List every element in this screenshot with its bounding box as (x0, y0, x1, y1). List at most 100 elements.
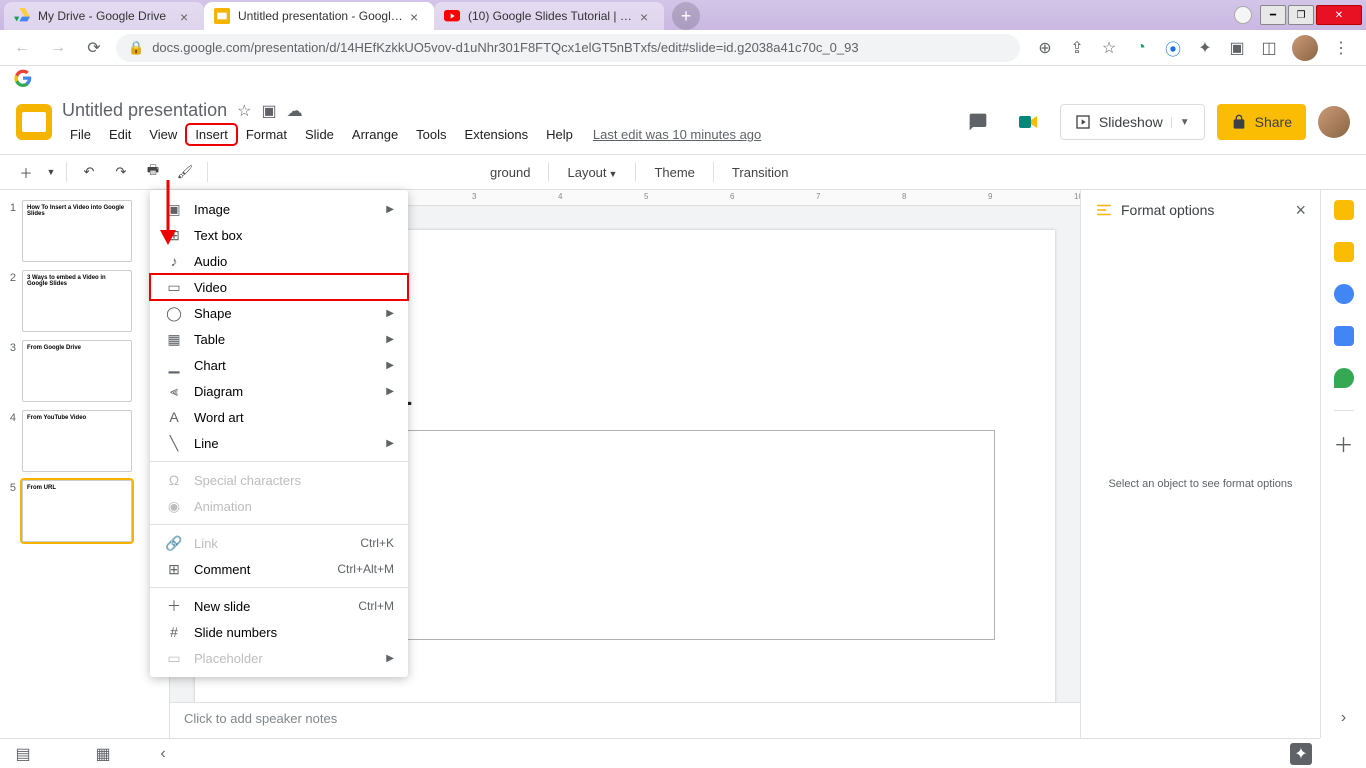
lock-icon: 🔒 (128, 40, 144, 56)
browser-tab[interactable]: Untitled presentation - Google Sl× (204, 2, 434, 30)
undo-button[interactable]: ↶ (75, 158, 103, 186)
url-text: docs.google.com/presentation/d/14HEfKzkk… (152, 40, 1008, 55)
tab-close-button[interactable]: × (640, 9, 654, 23)
speaker-notes[interactable]: Click to add speaker notes (170, 702, 1080, 738)
close-panel-button[interactable]: × (1295, 200, 1306, 221)
share-button[interactable]: Share (1217, 104, 1306, 140)
collapse-button[interactable]: ‹ (148, 742, 178, 766)
tab-close-button[interactable]: × (410, 9, 424, 23)
menu-edit[interactable]: Edit (101, 125, 139, 144)
print-button[interactable]: 🖶 (139, 158, 167, 186)
slide-thumbnail[interactable]: From Google Drive (22, 340, 132, 402)
extension-icon-1[interactable]: ◔ (1132, 39, 1150, 57)
insert-menu-shape[interactable]: ◯Shape▶ (150, 300, 408, 326)
calendar-icon[interactable] (1334, 200, 1354, 220)
menu-help[interactable]: Help (538, 125, 581, 144)
toolbar-transition[interactable]: Transition (722, 165, 799, 180)
star-icon[interactable]: ☆ (237, 101, 251, 121)
side-rail: ＋ › (1320, 190, 1366, 738)
reading-list-icon[interactable]: ▣ (1228, 39, 1246, 57)
filmstrip-view-button[interactable]: ▤ (8, 742, 38, 766)
last-edit-link[interactable]: Last edit was 10 minutes ago (593, 127, 761, 142)
slide-thumbnail[interactable]: 3 Ways to embed a Video in Google Slides (22, 270, 132, 332)
slideshow-dropdown-icon[interactable]: ▼ (1171, 117, 1190, 128)
browser-tab[interactable]: My Drive - Google Drive × (4, 2, 204, 30)
menu-format[interactable]: Format (238, 125, 295, 144)
meet-button[interactable] (1008, 104, 1048, 140)
browser-tab[interactable]: (10) Google Slides Tutorial | How× (434, 2, 664, 30)
diagram-icon: ⫷ (164, 383, 184, 400)
toolbar-layout[interactable]: Layout▼ (557, 165, 627, 180)
insert-menu-image[interactable]: ▣Image▶ (150, 196, 408, 222)
menu-view[interactable]: View (141, 125, 185, 144)
address-bar[interactable]: 🔒 docs.google.com/presentation/d/14HEfKz… (116, 34, 1020, 62)
menu-file[interactable]: File (62, 125, 99, 144)
maps-icon[interactable] (1334, 368, 1354, 388)
special-icon: Ω (164, 472, 184, 488)
doc-title[interactable]: Untitled presentation (62, 100, 227, 121)
slide-thumbnail[interactable]: How To Insert a Video into Google Slides (22, 200, 132, 262)
insert-menu-comment[interactable]: ⊞CommentCtrl+Alt+M (150, 556, 408, 582)
menu-insert[interactable]: Insert (187, 125, 236, 144)
redo-button[interactable]: ↷ (107, 158, 135, 186)
tasks-icon[interactable] (1334, 284, 1354, 304)
grid-view-button[interactable]: ▦ (88, 742, 118, 766)
toolbar-theme[interactable]: Theme (644, 165, 704, 180)
slideshow-button[interactable]: Slideshow ▼ (1060, 104, 1205, 140)
menu-extensions[interactable]: Extensions (457, 125, 537, 144)
side-panel-icon[interactable]: ◫ (1260, 39, 1278, 57)
insert-menu-video[interactable]: ▭Video (150, 274, 408, 300)
hide-side-panel-icon[interactable]: › (1334, 708, 1354, 728)
new-slide-dropdown-icon[interactable]: ▼ (44, 158, 58, 186)
browser-profile-avatar[interactable] (1292, 35, 1318, 61)
keep-icon[interactable] (1334, 242, 1354, 262)
insert-menu-diagram[interactable]: ⫷Diagram▶ (150, 378, 408, 404)
insert-menu-audio[interactable]: ♪Audio (150, 248, 408, 274)
window-close-button[interactable]: ✕ (1316, 5, 1362, 25)
comments-button[interactable] (960, 104, 996, 140)
slide-thumbnail[interactable]: From YouTube Video (22, 410, 132, 472)
extensions-icon[interactable]: ✦ (1196, 39, 1214, 57)
insert-menu-word-art[interactable]: AWord art (150, 404, 408, 430)
menu-item-label: Animation (194, 499, 394, 514)
menu-tools[interactable]: Tools (408, 125, 454, 144)
zoom-icon[interactable]: ⊕ (1036, 39, 1054, 57)
insert-menu-text-box[interactable]: ⊞Text box (150, 222, 408, 248)
menu-slide[interactable]: Slide (297, 125, 342, 144)
contacts-icon[interactable] (1334, 326, 1354, 346)
slide-thumbnail[interactable]: From URL (22, 480, 132, 542)
move-icon[interactable]: ▣ (261, 101, 276, 121)
menu-item-label: Placeholder (194, 651, 386, 666)
chrome-menu-icon[interactable]: ⋮ (1332, 39, 1350, 57)
insert-menu-chart[interactable]: ▁Chart▶ (150, 352, 408, 378)
chrome-account-icon[interactable] (1234, 6, 1252, 24)
account-avatar[interactable] (1318, 106, 1350, 138)
slides-logo-icon[interactable] (16, 104, 52, 140)
new-tab-button[interactable]: + (672, 2, 700, 30)
explore-button[interactable]: ✦ (1290, 743, 1312, 765)
slides-toolbar: ＋ ▼ ↶ ↷ 🖶 🖌 ground Layout▼ Theme Transit… (0, 154, 1366, 190)
menu-item-label: Comment (194, 562, 337, 577)
toolbar-background[interactable]: ground (480, 165, 540, 180)
back-button[interactable]: ← (8, 34, 36, 62)
format-options-panel: Format options × Select an object to see… (1080, 190, 1320, 738)
menu-arrange[interactable]: Arrange (344, 125, 406, 144)
paint-format-button[interactable]: 🖌 (171, 158, 199, 186)
share-page-icon[interactable]: ⇪ (1068, 39, 1086, 57)
insert-menu-new-slide[interactable]: ＋New slideCtrl+M (150, 593, 408, 619)
window-minimize-button[interactable]: ━ (1260, 5, 1286, 25)
tab-title: My Drive - Google Drive (38, 9, 174, 23)
tab-close-button[interactable]: × (180, 9, 194, 23)
insert-menu-line[interactable]: ╲Line▶ (150, 430, 408, 456)
extension-icon-2[interactable]: ⦿ (1164, 39, 1182, 57)
insert-menu-slide-numbers[interactable]: #Slide numbers (150, 619, 408, 645)
addons-button[interactable]: ＋ (1334, 433, 1354, 453)
new-slide-button[interactable]: ＋ (12, 158, 40, 186)
forward-button[interactable]: → (44, 34, 72, 62)
insert-menu-table[interactable]: ▦Table▶ (150, 326, 408, 352)
bookmark-icon[interactable]: ☆ (1100, 39, 1118, 57)
slide-thumbnails-panel[interactable]: 1How To Insert a Video into Google Slide… (0, 190, 170, 738)
reload-button[interactable]: ⟳ (80, 34, 108, 62)
window-maximize-button[interactable]: ❐ (1288, 5, 1314, 25)
cloud-status-icon[interactable]: ☁ (287, 101, 303, 121)
